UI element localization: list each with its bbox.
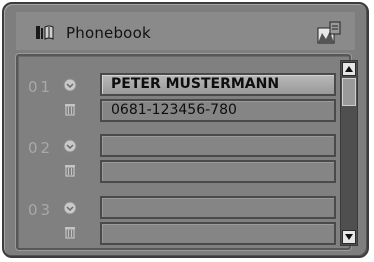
entry-number-field[interactable]	[100, 222, 336, 245]
entry-name-field[interactable]: PETER MUSTERMANN	[100, 73, 336, 96]
phonebook-window: Phonebook 01 PETER MUSTERMANN 0681-12345…	[2, 2, 369, 258]
scroll-up-button[interactable]	[342, 62, 356, 76]
select-circle-icon[interactable]	[63, 78, 77, 92]
entry-name-field[interactable]	[100, 134, 336, 157]
trash-icon[interactable]	[63, 163, 77, 177]
trash-icon[interactable]	[63, 102, 77, 116]
phonebook-entry: 01 PETER MUSTERMANN 0681-123456-780	[18, 66, 338, 126]
select-circle-icon[interactable]	[63, 139, 77, 153]
home-menu-icon[interactable]	[312, 19, 346, 47]
entry-number-field[interactable]: 0681-123456-780	[100, 99, 336, 122]
arrow-up-icon	[345, 66, 353, 72]
arrow-down-icon	[345, 234, 353, 240]
title-bar: Phonebook	[16, 12, 355, 50]
scroll-thumb[interactable]	[342, 78, 356, 106]
entry-name-field[interactable]	[100, 196, 336, 219]
phonebook-list: 01 PETER MUSTERMANN 0681-123456-780 02 0…	[16, 54, 358, 250]
entry-number: 01	[28, 78, 54, 96]
select-circle-icon[interactable]	[63, 201, 77, 215]
entry-number: 02	[28, 139, 54, 157]
phonebook-entry: 02	[18, 127, 338, 187]
entry-number-field[interactable]	[100, 160, 336, 183]
phonebook-icon	[36, 25, 54, 40]
scrollbar[interactable]	[340, 60, 358, 246]
scroll-down-button[interactable]	[342, 230, 356, 244]
entry-number: 03	[28, 201, 54, 219]
page-title: Phonebook	[66, 24, 151, 42]
trash-icon[interactable]	[63, 225, 77, 239]
phonebook-entry: 03	[18, 189, 338, 249]
